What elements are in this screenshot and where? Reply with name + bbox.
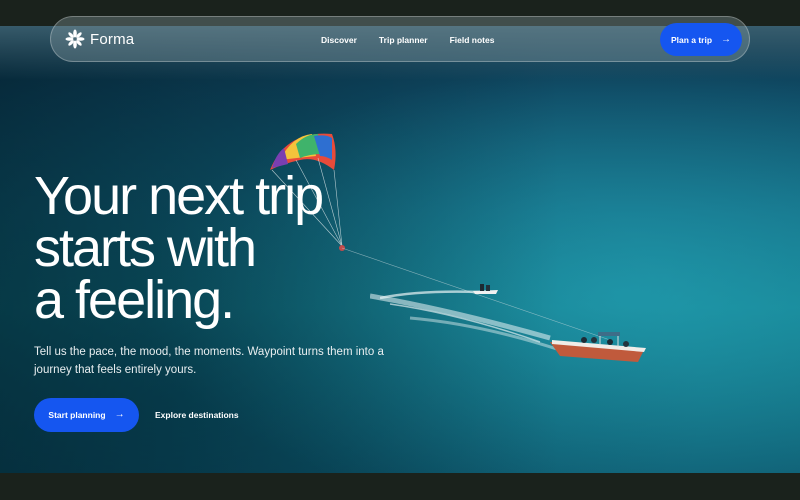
brand[interactable]: Forma (65, 29, 134, 49)
asterisk-flower-icon (65, 29, 85, 49)
explore-destinations-link[interactable]: Explore destinations (155, 410, 239, 420)
arrow-right-icon: → (721, 33, 732, 45)
hero-title: Your next trip starts with a feeling. (34, 166, 324, 330)
nav-link-trip-planner[interactable]: Trip planner (379, 35, 428, 45)
brand-name: Forma (90, 30, 135, 48)
nav-link-discover[interactable]: Discover (321, 35, 357, 45)
top-navigation-bar: Forma Discover Trip planner Field notes … (50, 16, 750, 62)
plan-a-trip-button[interactable]: Plan a trip → (660, 23, 742, 56)
nav-link-field-notes[interactable]: Field notes (450, 35, 495, 45)
arrow-right-icon: → (114, 409, 125, 420)
nav-links: Discover Trip planner Field notes (321, 35, 494, 45)
plan-a-trip-label: Plan a trip (670, 34, 713, 45)
hero-title-line-3: a feeling. (34, 270, 235, 330)
start-planning-label: Start planning (48, 410, 106, 420)
hero-subtitle: Tell us the pace, the mood, the moments.… (34, 346, 384, 376)
speedboat (550, 332, 646, 362)
hero-title-line-1: Your next trip (34, 166, 324, 226)
bottom-dark-band (0, 473, 800, 500)
hero-actions: Start planning → Explore destinations (34, 398, 239, 432)
hero-title-line-2: starts with (34, 218, 257, 278)
start-planning-button[interactable]: Start planning → (34, 398, 139, 432)
